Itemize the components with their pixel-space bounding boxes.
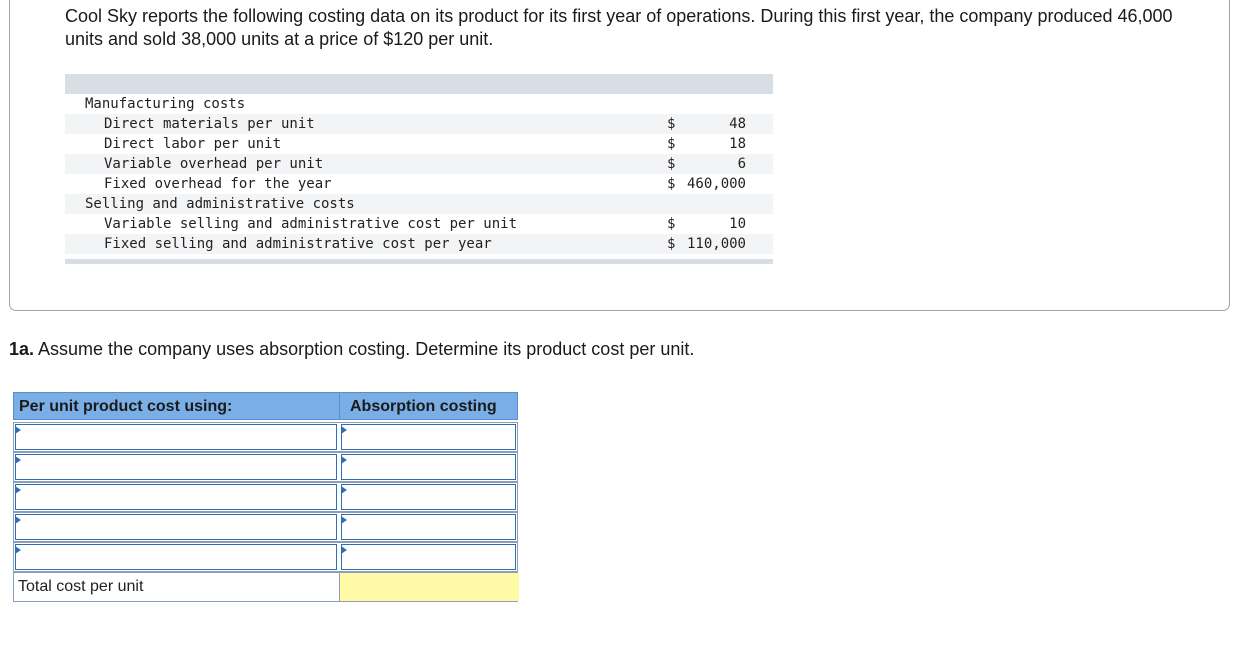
cost-item-input[interactable] <box>15 544 337 570</box>
cost-row-label: Direct labor per unit <box>104 136 282 152</box>
absorption-amount-input[interactable] <box>341 484 516 510</box>
cost-row: Selling and administrative costs <box>65 194 773 214</box>
cost-data-table: Manufacturing costs Direct materials per … <box>65 74 773 264</box>
cost-item-input[interactable] <box>15 454 337 480</box>
absorption-amount-input[interactable] <box>341 544 516 570</box>
cost-row-amount: 48 <box>729 116 746 132</box>
cost-row: Variable selling and administrative cost… <box>65 214 773 234</box>
dropdown-marker-icon <box>341 486 347 494</box>
answer-input-row <box>13 422 518 452</box>
question-text: Assume the company uses absorption costi… <box>34 339 695 359</box>
cost-table-footer-bar <box>65 259 773 264</box>
cost-row-currency: $ <box>667 136 676 152</box>
dropdown-marker-icon <box>15 516 21 524</box>
problem-statement-text: Cool Sky reports the following costing d… <box>65 6 1173 49</box>
dropdown-marker-icon <box>341 456 347 464</box>
cost-row-label: Selling and administrative costs <box>85 196 355 212</box>
total-cost-per-unit-cell[interactable] <box>339 573 519 601</box>
question-1a: 1a. Assume the company uses absorption c… <box>9 337 694 361</box>
answer-input-row <box>13 542 518 572</box>
total-row: Total cost per unit <box>13 572 519 602</box>
cost-row-label: Manufacturing costs <box>85 96 246 112</box>
absorption-amount-input[interactable] <box>341 424 516 450</box>
total-cost-per-unit-label: Total cost per unit <box>18 578 144 595</box>
question-number: 1a. <box>9 339 35 359</box>
answer-grid: Per unit product cost using: Absorption … <box>13 392 519 602</box>
dropdown-marker-icon <box>341 516 347 524</box>
cost-row-amount: 110,000 <box>686 236 746 252</box>
cost-row: Direct labor per unit $18 <box>65 134 773 154</box>
header-per-unit-cost: Per unit product cost using: <box>19 398 233 415</box>
absorption-amount-input[interactable] <box>341 454 516 480</box>
cost-row-currency: $ <box>667 176 676 192</box>
absorption-amount-input[interactable] <box>341 514 516 540</box>
cost-row-label: Direct materials per unit <box>104 116 315 132</box>
dropdown-marker-icon <box>341 426 347 434</box>
cost-table-header-bar <box>65 74 773 94</box>
cost-row-amount: 460,000 <box>686 176 746 192</box>
cost-row: Direct materials per unit $48 <box>65 114 773 134</box>
cost-row-currency: $ <box>667 116 676 132</box>
answer-grid-header: Per unit product cost using: Absorption … <box>13 392 518 420</box>
cost-row-amount: 10 <box>729 216 746 232</box>
dropdown-marker-icon <box>15 456 21 464</box>
dropdown-marker-icon <box>15 486 21 494</box>
dropdown-marker-icon <box>341 546 347 554</box>
cost-row-currency: $ <box>667 156 676 172</box>
cost-row: Manufacturing costs <box>65 94 773 114</box>
cost-row-label: Variable selling and administrative cost… <box>104 216 518 232</box>
cost-row-amount: 18 <box>729 136 746 152</box>
cost-row-label: Variable overhead per unit <box>104 156 324 172</box>
answer-input-row <box>13 512 518 542</box>
cost-rows: Manufacturing costs Direct materials per … <box>65 94 773 254</box>
cost-row-label: Fixed overhead for the year <box>104 176 332 192</box>
dropdown-marker-icon <box>15 546 21 554</box>
cost-item-input[interactable] <box>15 514 337 540</box>
header-divider <box>339 393 340 419</box>
answer-input-row <box>13 452 518 482</box>
dropdown-marker-icon <box>15 426 21 434</box>
cost-row: Fixed overhead for the year $460,000 <box>65 174 773 194</box>
answer-input-row <box>13 482 518 512</box>
cost-row: Fixed selling and administrative cost pe… <box>65 234 773 254</box>
header-absorption-costing: Absorption costing <box>350 398 497 415</box>
cost-row-amount: 6 <box>737 156 746 172</box>
cost-item-input[interactable] <box>15 484 337 510</box>
cost-row: Variable overhead per unit $6 <box>65 154 773 174</box>
cost-item-input[interactable] <box>15 424 337 450</box>
cost-row-currency: $ <box>667 236 676 252</box>
cost-row-currency: $ <box>667 216 676 232</box>
cost-row-label: Fixed selling and administrative cost pe… <box>104 236 492 252</box>
